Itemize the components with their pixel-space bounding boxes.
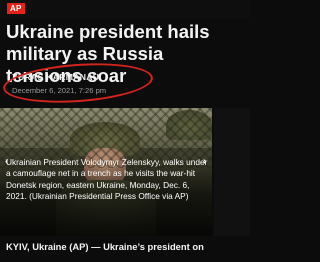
previous-photo-icon[interactable]: ‹ xyxy=(5,157,8,167)
article-lede: KYIV, Ukraine (AP) — Ukraine’s president… xyxy=(6,241,204,252)
next-photo-icon[interactable]: › xyxy=(203,157,206,167)
article-screen: AP Ukraine president hails military as R… xyxy=(0,0,250,262)
next-photo-preview[interactable] xyxy=(214,108,250,236)
photo-caption: Ukrainian President Volodymyr Zelenskyy,… xyxy=(6,157,208,202)
ap-logo[interactable]: AP xyxy=(7,3,25,14)
top-bar: AP xyxy=(0,0,250,18)
